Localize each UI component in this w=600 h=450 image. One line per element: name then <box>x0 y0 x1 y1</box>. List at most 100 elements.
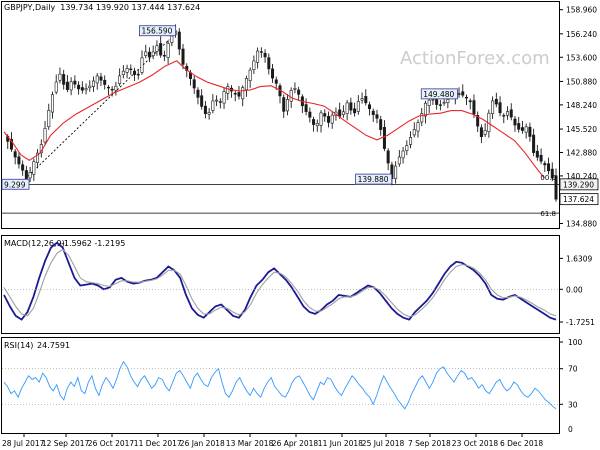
candle-body <box>472 100 476 115</box>
candle-body <box>159 43 163 56</box>
candle-body <box>69 81 73 91</box>
candle-body <box>103 79 107 85</box>
x-tick-label: 26 Apr 2018 <box>272 439 319 448</box>
candle-body <box>259 51 263 53</box>
candle-body <box>520 127 524 131</box>
candle-body <box>364 96 368 104</box>
candle-body <box>397 156 401 165</box>
candle-body <box>547 163 551 172</box>
rsi-title: RSI(14) <box>4 341 33 350</box>
candle-body <box>360 98 364 101</box>
candle-body <box>368 104 372 110</box>
candle-body <box>274 79 278 84</box>
candle-body <box>330 114 334 124</box>
candle-body <box>427 99 431 106</box>
price-y-tick-label: 153.600 <box>566 53 597 62</box>
candle-body <box>256 50 260 63</box>
candle-body <box>341 111 345 115</box>
candle-body <box>24 170 28 179</box>
candle-body <box>506 111 510 116</box>
candle-body <box>125 68 129 73</box>
candle-body <box>114 85 118 91</box>
candle-body <box>416 122 420 132</box>
price-marker-label: 137.624 <box>563 195 594 204</box>
candle-body <box>62 74 66 85</box>
candle-body <box>92 80 96 87</box>
candle-body <box>43 128 47 143</box>
rsi-y-tick-label: 0 <box>568 425 573 434</box>
candle-body <box>543 163 547 166</box>
candle-body <box>28 172 32 179</box>
candle-body <box>106 86 110 89</box>
candle-body <box>203 105 207 115</box>
x-tick-label: 12 Sep 2017 <box>42 439 90 448</box>
candle-body <box>382 126 386 149</box>
x-tick-label: 28 Jul 2017 <box>2 439 45 448</box>
candle-body <box>442 101 446 104</box>
candle-body <box>50 94 54 113</box>
x-tick-label: 6 Dec 2018 <box>500 439 543 448</box>
candle-body <box>162 55 166 57</box>
candle-body <box>319 112 323 126</box>
candle-body <box>263 52 267 58</box>
candle-body <box>58 73 62 81</box>
candle-body <box>423 102 427 117</box>
candle-body <box>379 119 383 130</box>
x-axis: 28 Jul 201712 Sep 201726 Oct 2017 11 Dec … <box>2 433 543 448</box>
macd-y-tick-label: 0.00 <box>566 285 583 294</box>
candle-body <box>532 134 536 153</box>
candle-body <box>110 88 114 91</box>
candle-body <box>211 100 215 111</box>
candle-body <box>237 92 241 97</box>
x-tick-label: 7 Sep 2018 <box>408 439 451 448</box>
candle-body <box>293 88 297 90</box>
candle-body <box>207 112 211 115</box>
candle-body <box>151 51 155 56</box>
price-annotation-label: 139.880 <box>358 175 389 184</box>
candle-body <box>248 69 252 81</box>
candle-body <box>129 68 133 71</box>
price-annotation-label: 61.8 <box>540 210 556 218</box>
candle-body <box>88 85 92 89</box>
candle-body <box>65 81 69 90</box>
ohlc-values: 139.734 139.920 137.444 137.624 <box>60 3 201 12</box>
candle-body <box>80 87 84 91</box>
candle-body <box>140 57 144 73</box>
candle-body <box>405 145 409 151</box>
candle-body <box>121 70 125 75</box>
x-tick-label: 25 Jul 2018 <box>362 439 405 448</box>
candle-body <box>356 101 360 112</box>
candle-body <box>539 154 543 162</box>
price-y-tick-label: 156.240 <box>566 30 597 39</box>
candle-body <box>136 73 140 76</box>
candle-body <box>464 96 468 99</box>
candle-body <box>133 70 137 75</box>
candle-body <box>483 130 487 135</box>
candle-body <box>326 116 330 123</box>
candle-body <box>267 57 271 70</box>
candle-body <box>282 97 286 112</box>
macd-title-values: -1.5962 -1.2195 <box>61 239 125 248</box>
candle-body <box>468 100 472 103</box>
rsi-panel-frame <box>1 337 560 434</box>
candle-body <box>222 91 226 104</box>
rsi-y-tick-label: 100 <box>568 338 583 347</box>
rsi-y-tick-label: 70 <box>568 365 578 374</box>
candle-body <box>285 99 289 112</box>
candle-body <box>517 123 521 130</box>
macd-y-tick-label: -1.7251 <box>566 318 595 327</box>
candle-body <box>17 156 21 165</box>
candle-body <box>375 114 379 119</box>
candle-body <box>99 76 103 81</box>
candle-body <box>226 86 230 94</box>
candle-body <box>412 129 416 136</box>
candle-body <box>304 104 308 112</box>
price-y-tick-label: 140.240 <box>566 172 597 181</box>
price-annotation-label: 149.480 <box>423 90 454 99</box>
candle-body <box>401 150 405 159</box>
candle-body <box>394 165 398 180</box>
price-annotation-label: 156.590 <box>141 27 172 36</box>
candle-body <box>509 109 513 118</box>
candle-body <box>446 99 450 104</box>
chart-canvas: ActionForex.com 156.590 149.480 139.880 9.2… <box>1 1 599 448</box>
